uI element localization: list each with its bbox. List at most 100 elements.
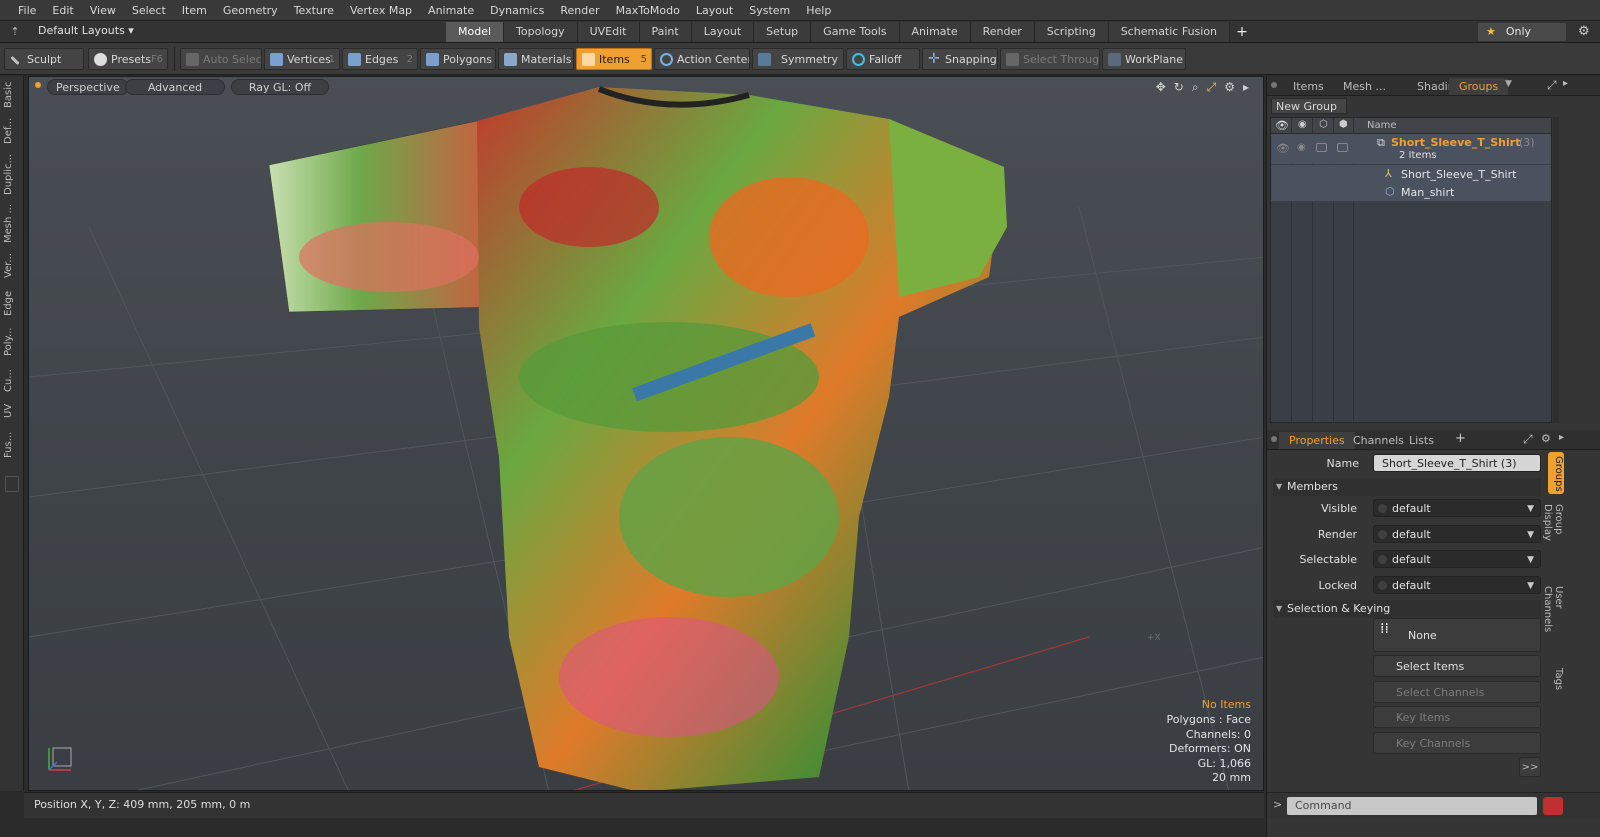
zoom-icon[interactable]: ⌕	[1192, 80, 1199, 95]
side-tab-user-channels[interactable]: User Channels	[1542, 582, 1564, 658]
viewport-expand-icon[interactable]: ▸	[1243, 80, 1249, 95]
tab-uvedit[interactable]: UVEdit	[577, 22, 640, 42]
raygl-button[interactable]: Ray GL: Off	[231, 79, 329, 95]
vtab-polygon[interactable]: Poly...	[3, 322, 21, 362]
visibility-toggle-icon[interactable]: 👁	[1276, 142, 1290, 155]
lock-toggle-icon[interactable]	[1316, 143, 1327, 152]
layout-up-icon[interactable]: ⇡	[8, 25, 22, 39]
add-tab-icon[interactable]: +	[1455, 431, 1466, 446]
panel-menu-dot[interactable]	[1271, 82, 1277, 88]
tab-animate[interactable]: Animate	[899, 22, 971, 42]
pan-icon[interactable]: ✥	[1156, 80, 1166, 95]
menu-view[interactable]: View	[82, 4, 124, 17]
record-button[interactable]	[1543, 797, 1563, 815]
shading-button[interactable]: Advanced	[125, 79, 225, 95]
locked-dropdown[interactable]: default ▼	[1373, 576, 1541, 594]
workplane-button[interactable]: WorkPlane	[1102, 48, 1186, 70]
menu-file[interactable]: File	[10, 4, 44, 17]
tab-model[interactable]: Model	[446, 22, 505, 42]
group-name-field[interactable]: Short_Sleeve_T_Shirt (3)	[1373, 454, 1541, 472]
side-tab-group-display[interactable]: Group Display	[1542, 500, 1564, 576]
selectable-dropdown[interactable]: default ▼	[1373, 550, 1541, 568]
panel-expand-icon[interactable]: ▸	[1559, 432, 1564, 443]
list-item[interactable]: ⬡ Man_shirt	[1271, 183, 1551, 201]
more-button[interactable]: >>	[1519, 757, 1541, 777]
fit-icon[interactable]: ⤢	[1207, 80, 1217, 95]
maximize-icon[interactable]: ⤢	[1547, 78, 1557, 93]
tab-topology[interactable]: Topology	[504, 22, 578, 42]
vtab-edge[interactable]: Edge	[3, 288, 21, 318]
action-center-button[interactable]: Action Center	[654, 48, 750, 70]
menu-maxtomodo[interactable]: MaxToModo	[608, 4, 688, 17]
select-through-button[interactable]: Select Through	[1000, 48, 1100, 70]
side-tab-tags[interactable]: Tags	[1548, 664, 1564, 694]
sculpt-button[interactable]: Sculpt	[4, 48, 84, 70]
menu-animate[interactable]: Animate	[420, 4, 482, 17]
tab-paint[interactable]: Paint	[639, 22, 692, 42]
menu-geometry[interactable]: Geometry	[215, 4, 286, 17]
none-button[interactable]: ⁞⁞ None	[1373, 618, 1541, 652]
view-mode-button[interactable]: Perspective	[47, 79, 129, 95]
menu-layout[interactable]: Layout	[688, 4, 741, 17]
panel-expand-icon[interactable]: ▸	[1563, 78, 1568, 89]
menu-render[interactable]: Render	[552, 4, 607, 17]
3d-viewport[interactable]: +X Perspective Advanced Ray GL: Off ✥ ↻ …	[28, 76, 1264, 791]
polygons-button[interactable]: Polygons	[420, 48, 496, 70]
vtab-fusion[interactable]: Fus...	[3, 426, 21, 464]
select-items-button[interactable]: Select Items	[1373, 655, 1541, 677]
props-gear-icon[interactable]: ⚙	[1541, 432, 1551, 445]
tab-layout[interactable]: Layout	[691, 22, 755, 42]
falloff-button[interactable]: Falloff	[846, 48, 920, 70]
vtab-basic[interactable]: Basic	[3, 80, 21, 110]
expand-tab-button[interactable]	[5, 476, 19, 492]
props-menu-dot[interactable]	[1271, 436, 1277, 442]
viewport-settings-icon[interactable]: ⚙	[1224, 80, 1235, 95]
new-group-button[interactable]: New Group	[1271, 98, 1347, 114]
select-channels-button[interactable]: Select Channels	[1373, 681, 1541, 703]
render-dropdown[interactable]: default ▼	[1373, 525, 1541, 543]
viewport-menu-dot[interactable]	[35, 82, 41, 88]
key-items-button[interactable]: Key Items	[1373, 706, 1541, 728]
side-tab-groups[interactable]: Groups	[1548, 452, 1564, 494]
presets-button[interactable]: Presets F6	[88, 48, 168, 70]
vertices-button[interactable]: Vertices 1	[264, 48, 340, 70]
snapping-button[interactable]: ✛ Snapping	[922, 48, 998, 70]
vtab-mesh[interactable]: Mesh ...	[3, 202, 21, 244]
members-section[interactable]: ▼ Members	[1273, 478, 1541, 496]
edges-button[interactable]: Edges 2	[342, 48, 418, 70]
auto-select-button[interactable]: Auto Select	[180, 48, 262, 70]
menu-vertex-map[interactable]: Vertex Map	[342, 4, 420, 17]
tab-render[interactable]: Render	[970, 22, 1035, 42]
menu-texture[interactable]: Texture	[286, 4, 342, 17]
tab-scripting[interactable]: Scripting	[1034, 22, 1109, 42]
tab-items[interactable]: Items	[1283, 78, 1334, 95]
tabs-dropdown-icon[interactable]: ▼	[1505, 79, 1512, 89]
list-item[interactable]: ⅄ Short_Sleeve_T_Shirt	[1271, 165, 1551, 183]
group-row[interactable]: 👁 ◉ ⧉ Short_Sleeve_T_Shirt (3) 2 Items	[1271, 134, 1551, 164]
tab-setup[interactable]: Setup	[754, 22, 812, 42]
tab-game-tools[interactable]: Game Tools	[811, 22, 900, 42]
gear-icon[interactable]: ⚙	[1578, 24, 1590, 39]
menu-dynamics[interactable]: Dynamics	[482, 4, 552, 17]
render-toggle-icon[interactable]: ◉	[1297, 142, 1306, 153]
menu-edit[interactable]: Edit	[44, 4, 81, 17]
vtab-curve[interactable]: Cu...	[3, 366, 21, 396]
symmetry-button[interactable]: Symmetry	[752, 48, 844, 70]
menu-system[interactable]: System	[741, 4, 798, 17]
only-button[interactable]: ★ Only	[1478, 23, 1566, 41]
list-scrollbar[interactable]	[1553, 117, 1559, 423]
tshirt-model[interactable]	[268, 86, 1007, 791]
command-input[interactable]: Command	[1287, 797, 1537, 815]
selection-keying-section[interactable]: ▼ Selection & Keying	[1273, 600, 1541, 618]
items-button[interactable]: Items 5	[576, 48, 652, 70]
tab-mesh[interactable]: Mesh ...	[1333, 78, 1396, 95]
menu-item[interactable]: Item	[174, 4, 215, 17]
key-channels-button[interactable]: Key Channels	[1373, 732, 1541, 754]
rotate-icon[interactable]: ↻	[1174, 80, 1184, 95]
vtab-vertex[interactable]: Ver...	[3, 248, 21, 284]
materials-button[interactable]: Materials	[498, 48, 574, 70]
maximize-icon[interactable]: ⤢	[1523, 432, 1533, 447]
menu-select[interactable]: Select	[124, 4, 174, 17]
menu-help[interactable]: Help	[798, 4, 839, 17]
add-tab-icon[interactable]: +	[1230, 22, 1254, 42]
